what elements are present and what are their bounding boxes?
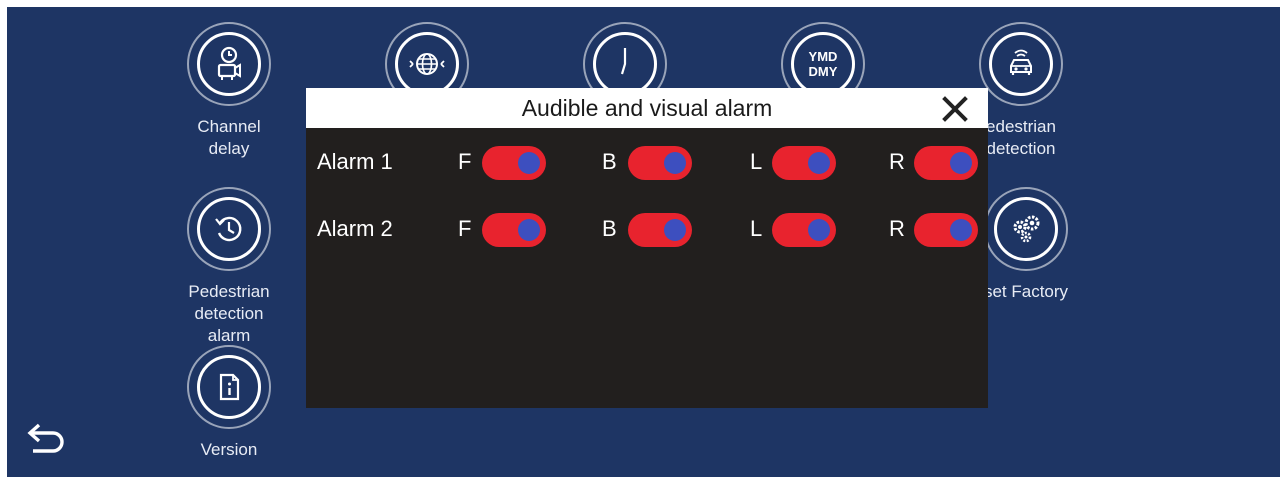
channel-label-f: F — [458, 216, 472, 241]
toggle-alarm2-l[interactable] — [772, 213, 836, 247]
menu-tile-pedestrian-detection-alarm[interactable]: Pedestrian detection alarm — [174, 187, 284, 347]
channel-label-b: B — [602, 216, 617, 241]
back-arrow-icon — [27, 423, 64, 453]
menu-tile-channel-delay[interactable]: Channel delay — [179, 22, 279, 160]
channel-label-r: R — [889, 149, 905, 174]
menu-label-pedestrian-detection-alarm: Pedestrian detection alarm — [188, 282, 270, 345]
clock-camera-icon — [187, 22, 271, 106]
toggle-alarm2-r[interactable] — [914, 213, 978, 247]
toggle-alarm1-f[interactable] — [482, 146, 546, 180]
alarm-row-1: Alarm 1 F B L R — [306, 145, 988, 181]
channel-label-l: L — [750, 149, 763, 174]
alarm-row-2: Alarm 2 F B L R — [306, 212, 988, 248]
alarm-row-label: Alarm 1 — [317, 149, 393, 174]
menu-label-version: Version — [200, 440, 258, 459]
alarm-dialog: Audible and visual alarm Alarm 1 F B L R… — [306, 88, 988, 408]
history-clock-icon — [187, 187, 271, 271]
channel-label-r: R — [889, 216, 905, 241]
gears-icon — [984, 187, 1068, 271]
toggle-alarm1-r[interactable] — [914, 146, 978, 180]
channel-label-f: F — [458, 149, 472, 174]
dialog-title: Audible and visual alarm — [521, 94, 773, 121]
close-button[interactable] — [940, 94, 970, 124]
menu-label-channel-delay: Channel delay — [197, 117, 261, 158]
close-icon — [942, 96, 968, 122]
toggle-alarm2-b[interactable] — [628, 213, 692, 247]
menu-label-pedestrian-detection: edestrian detection — [986, 117, 1056, 158]
toggle-alarm2-f[interactable] — [482, 213, 546, 247]
toggle-alarm1-b[interactable] — [628, 146, 692, 180]
car-radar-icon — [979, 22, 1063, 106]
back-button[interactable] — [25, 419, 69, 459]
toggle-alarm1-l[interactable] — [772, 146, 836, 180]
channel-label-l: L — [750, 216, 763, 241]
info-document-icon — [187, 345, 271, 429]
channel-label-b: B — [602, 149, 617, 174]
dialog-header: Audible and visual alarm — [306, 88, 988, 128]
menu-label-reset-factory: set Factory — [983, 282, 1069, 301]
menu-tile-version[interactable]: Version — [179, 345, 279, 461]
alarm-row-label: Alarm 2 — [317, 216, 393, 241]
settings-screen: Channel delay YMD DMY edestrian detectio… — [7, 7, 1280, 477]
